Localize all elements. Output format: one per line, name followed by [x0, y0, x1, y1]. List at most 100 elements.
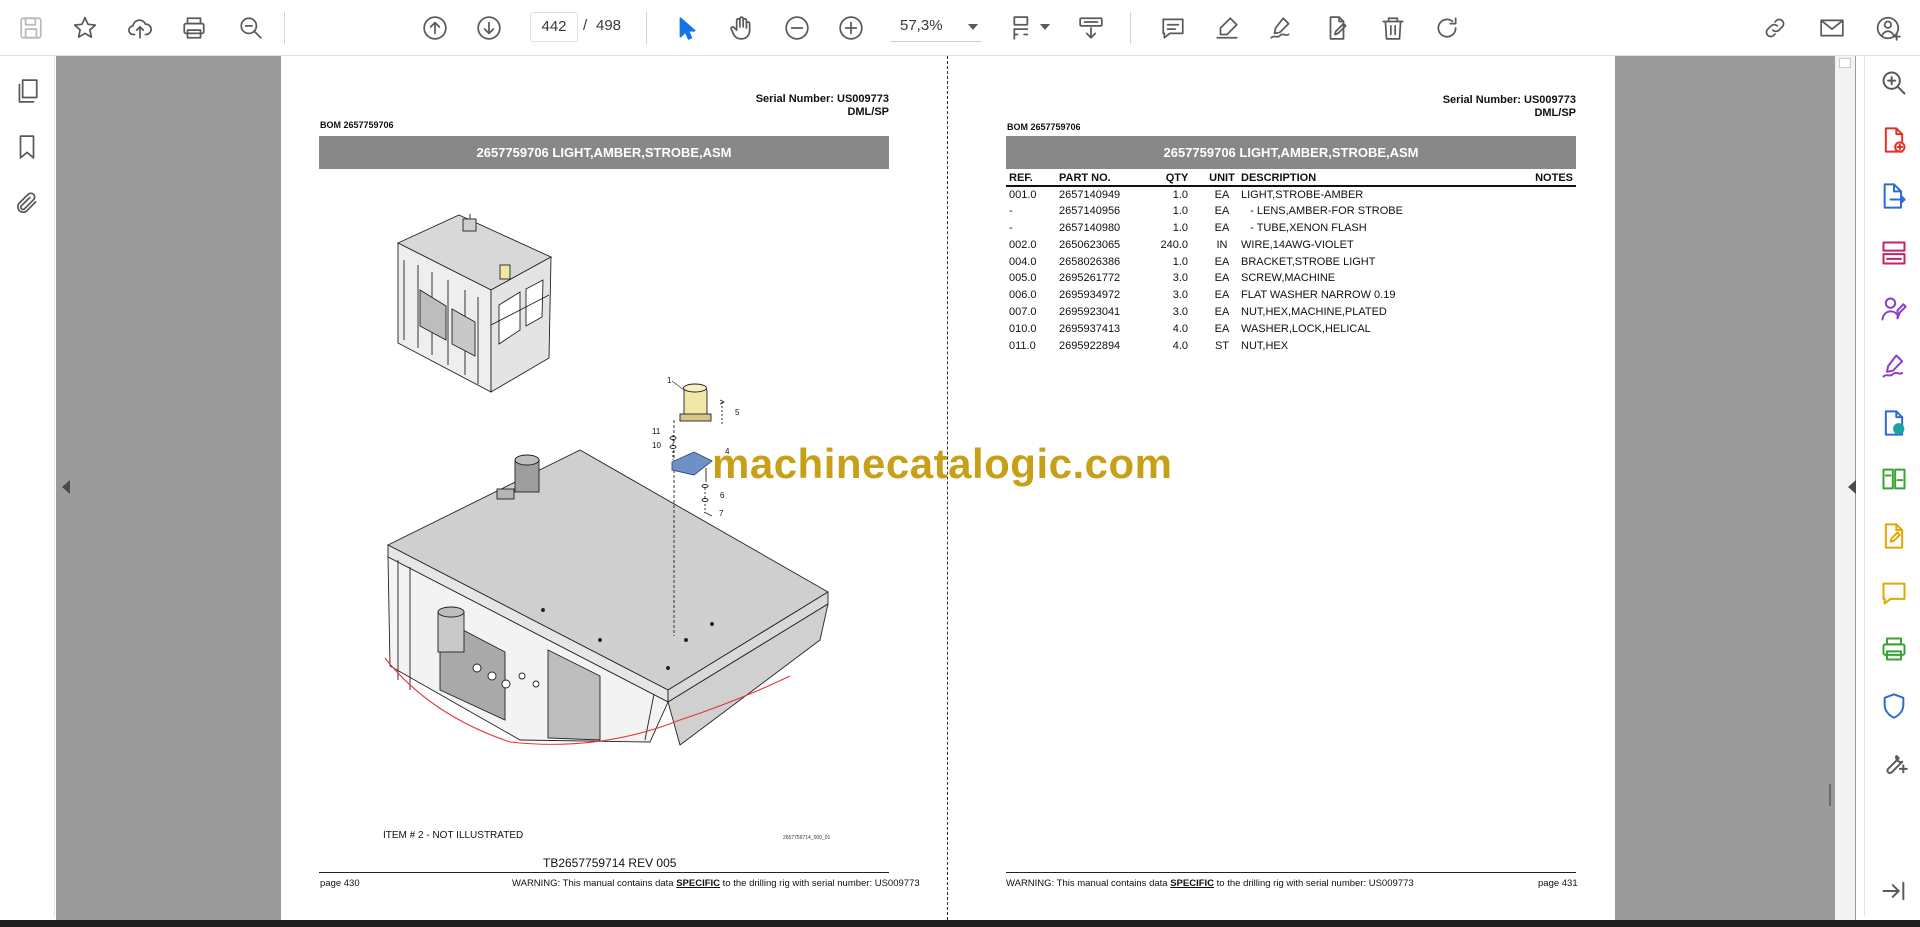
unit-cell: EA: [1214, 289, 1230, 302]
part-number-cell: 2695261772: [1059, 272, 1121, 285]
quantity-cell: 1.0: [1172, 188, 1188, 201]
ref-cell: 007.0: [1009, 305, 1037, 318]
quantity-cell: 1.0: [1172, 221, 1188, 234]
drawing-id: 2657759714_000_01: [783, 835, 831, 841]
quantity-cell: 1.0: [1172, 255, 1188, 268]
organize-pages-icon[interactable]: [1877, 236, 1911, 270]
warning-suffix: to the drilling rig with serial number: …: [720, 878, 920, 889]
expand-panel-icon[interactable]: [1877, 874, 1911, 908]
part-number-cell: 2658026386: [1059, 255, 1121, 268]
table-row: 006.0 2695934972 3.0 EA FLAT WASHER NARROW 0…: [1006, 287, 1576, 304]
quantity-cell: 3.0: [1172, 305, 1188, 318]
notes-cell: [1516, 337, 1576, 354]
part-number-cell: 2657140956: [1059, 205, 1121, 218]
protect-icon[interactable]: [1877, 689, 1911, 723]
description-cell: FLAT WASHER NARROW 0.19: [1241, 289, 1396, 302]
warning-prefix: WARNING: This manual contains data: [512, 878, 677, 889]
description-cell: - LENS,AMBER-FOR STROBE: [1241, 205, 1403, 218]
callout-label: 10: [652, 441, 661, 450]
unit-cell: EA: [1214, 322, 1230, 335]
quantity-cell: 1.0: [1172, 205, 1188, 218]
column-header: QTY: [1148, 171, 1206, 187]
column-header: DESCRIPTION: [1238, 171, 1516, 187]
unit-cell: EA: [1214, 305, 1230, 318]
ref-cell: 001.0: [1009, 188, 1037, 201]
ref-cell: 005.0: [1009, 272, 1037, 285]
edit-pdf-icon[interactable]: [1877, 519, 1911, 553]
convert-pdf-icon[interactable]: [1877, 406, 1911, 440]
description-cell: NUT,HEX: [1241, 339, 1289, 352]
comment-icon[interactable]: [1877, 576, 1911, 610]
unit-cell: EA: [1214, 255, 1230, 268]
warning-emphasis: SPECIFIC: [1170, 878, 1215, 889]
zoom-search-icon[interactable]: [1877, 66, 1911, 100]
unit-cell: EA: [1214, 272, 1230, 285]
column-header: REF.: [1006, 171, 1056, 187]
watermark-text: machinecatalogic.com: [712, 440, 1173, 487]
part-number-cell: 2695937413: [1059, 322, 1121, 335]
unit-cell: IN: [1216, 238, 1228, 251]
quantity-cell: 4.0: [1172, 339, 1188, 352]
pdf-viewer-window: 442 / 498 57,3% Serial Number: US009773 …: [0, 0, 1920, 927]
warning-notice: WARNING: This manual contains data SPECI…: [1006, 878, 1414, 889]
callout-label: 11: [652, 427, 661, 436]
description-cell: WASHER,LOCK,HELICAL: [1241, 322, 1371, 335]
notes-cell: [1516, 253, 1576, 270]
warning-prefix: WARNING: This manual contains data: [1006, 878, 1171, 889]
table-row: 005.0 2695261772 3.0 EA SCREW,MACHINE: [1006, 270, 1576, 287]
ref-cell: 004.0: [1009, 255, 1037, 268]
ref-cell: 006.0: [1009, 289, 1037, 302]
part-number-cell: 2695923041: [1059, 305, 1121, 318]
table-row: - 2657140956 1.0 EA - LENS,AMBER-FOR STROBE: [1006, 203, 1576, 220]
compare-files-icon[interactable]: [1877, 462, 1911, 496]
unit-cell: ST: [1214, 339, 1230, 352]
column-header: UNIT: [1206, 171, 1238, 187]
table-row: 010.0 2695937413 4.0 EA WASHER,LOCK,HELICAL: [1006, 320, 1576, 337]
collapse-right-panel-icon[interactable]: [1848, 480, 1856, 494]
description-cell: NUT,HEX,MACHINE,PLATED: [1241, 305, 1387, 318]
page-title: 2657759706 LIGHT,AMBER,STROBE,ASM: [1163, 145, 1419, 160]
notes-cell: [1516, 186, 1576, 203]
scrollbar-thumb[interactable]: [1839, 58, 1851, 68]
quantity-cell: 240.0: [1160, 238, 1188, 251]
print-production-icon[interactable]: [1877, 632, 1911, 666]
warning-suffix: to the drilling rig with serial number: …: [1214, 878, 1414, 889]
fill-sign-icon[interactable]: [1877, 349, 1911, 383]
more-tools-icon[interactable]: [1877, 746, 1911, 780]
ref-cell: 011.0: [1009, 339, 1036, 352]
dml-label: DML/SP: [1534, 107, 1576, 119]
notes-cell: [1516, 236, 1576, 253]
bom-number: BOM 2657759706: [1007, 122, 1081, 132]
quantity-cell: 4.0: [1172, 322, 1188, 335]
part-number-cell: 2695934972: [1059, 289, 1121, 302]
parts-list-body: 001.0 2657140949 1.0 EA LIGHT,STROBE-AMBER - 2…: [1006, 186, 1576, 354]
callout-label: 6: [720, 491, 725, 500]
request-signature-icon[interactable]: [1877, 292, 1911, 326]
unit-cell: EA: [1214, 221, 1230, 234]
unit-cell: EA: [1214, 205, 1230, 218]
table-row: 001.0 2657140949 1.0 EA LIGHT,STROBE-AMBER: [1006, 186, 1576, 203]
ref-cell: -: [1009, 221, 1013, 234]
not-illustrated-note: ITEM # 2 - NOT ILLUSTRATED: [383, 830, 524, 841]
notes-cell: [1516, 304, 1576, 321]
unit-cell: EA: [1214, 188, 1230, 201]
notes-cell: [1516, 270, 1576, 287]
description-cell: BRACKET,STROBE LIGHT: [1241, 255, 1376, 268]
resize-grip[interactable]: [1829, 784, 1831, 806]
export-pdf-icon[interactable]: [1877, 179, 1911, 213]
part-number-cell: 2657140980: [1059, 221, 1121, 234]
notes-cell: [1516, 203, 1576, 220]
quantity-cell: 3.0: [1172, 272, 1188, 285]
table-row: 007.0 2695923041 3.0 EA NUT,HEX,MACHINE,PLAT…: [1006, 304, 1576, 321]
table-row: - 2657140980 1.0 EA - TUBE,XENON FLASH: [1006, 220, 1576, 237]
revision-label: TB2657759714 REV 005: [543, 856, 677, 870]
create-pdf-icon[interactable]: [1877, 123, 1911, 157]
column-header: PART NO.: [1056, 171, 1148, 187]
tools-rail: [1864, 56, 1920, 916]
callout-label: 7: [719, 509, 724, 518]
callout-label: 5: [735, 408, 740, 417]
taskbar-strip: [0, 920, 1920, 927]
footer-rule: [319, 872, 889, 873]
ref-cell: 010.0: [1009, 322, 1037, 335]
parts-list-table: REF. PART NO. QTY UNIT DESCRIPTION NOTES…: [1006, 171, 1576, 354]
